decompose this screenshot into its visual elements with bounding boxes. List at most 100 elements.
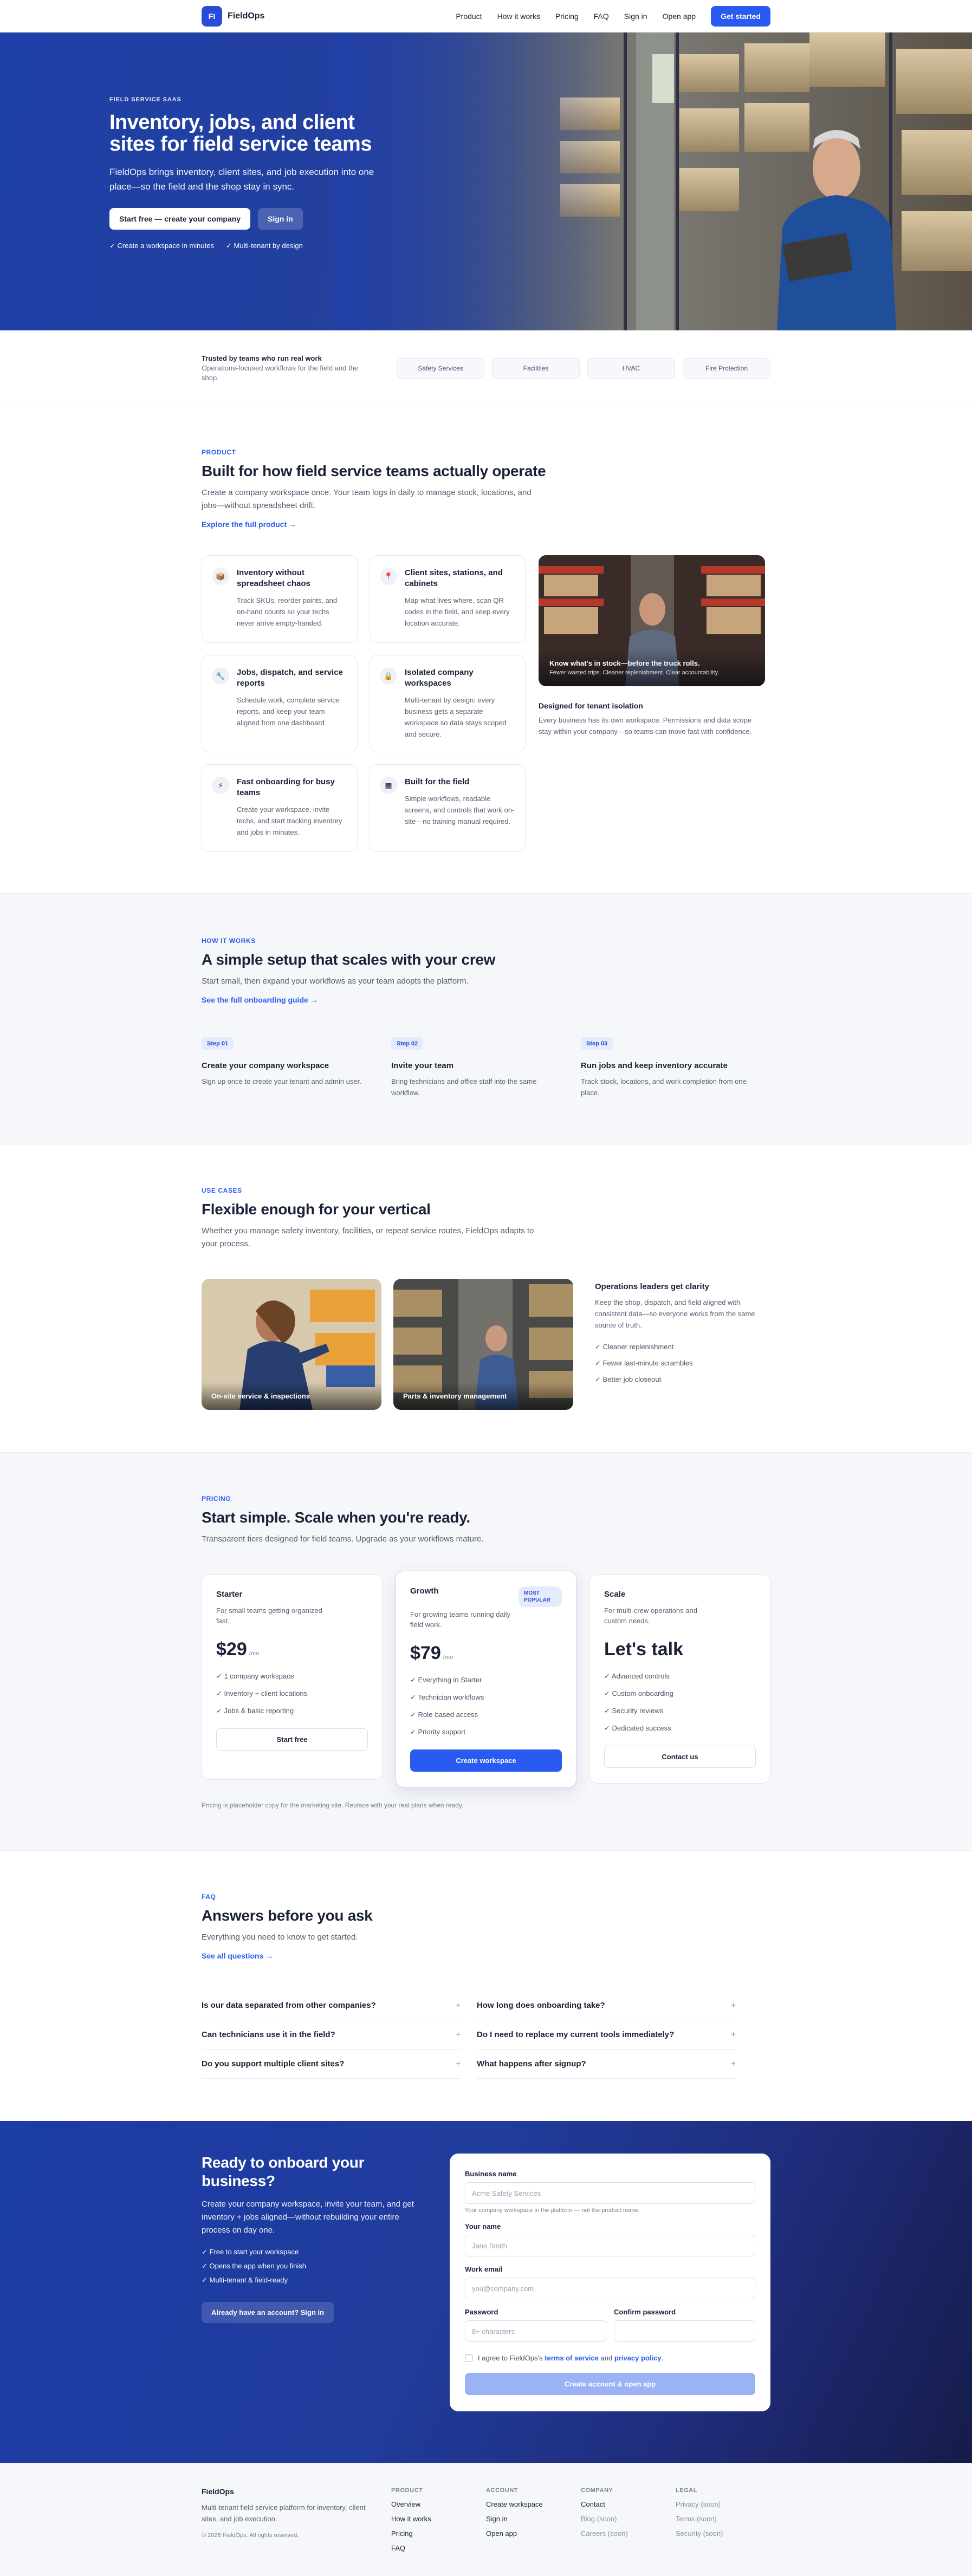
plan-desc: For growing teams running daily field wo… — [410, 1610, 510, 1629]
plan-price-value: $79 — [410, 1643, 441, 1663]
create-account-button[interactable]: Create account & open app — [465, 2373, 755, 2395]
footer-brand: FieldOps Multi-tenant field service plat… — [202, 2487, 391, 2552]
footer-link[interactable]: How it works — [391, 2515, 486, 2523]
ops-text: Keep the shop, dispatch, and field align… — [595, 1298, 755, 1329]
agree-and: and — [600, 2354, 613, 2362]
start-free-button[interactable]: Start free — create your company — [109, 208, 251, 230]
tablet-icon: ▦ — [380, 777, 397, 794]
trust-bar: Trusted by teams who run real work Opera… — [0, 330, 972, 406]
footer-link[interactable]: Overview — [391, 2500, 486, 2508]
brand-name[interactable]: FieldOps — [228, 11, 264, 21]
card-text: Multi-tenant by design: every business g… — [405, 696, 507, 738]
privacy-link[interactable]: privacy policy — [614, 2354, 662, 2362]
footer-link[interactable]: Pricing — [391, 2529, 486, 2538]
plan-feature: ✓ 1 company workspace — [216, 1672, 294, 1680]
terms-link[interactable]: terms of service — [545, 2354, 599, 2362]
plan-price-value: $29 — [216, 1639, 247, 1660]
terms-agreement: I agree to FieldOps's terms of service a… — [465, 2354, 755, 2362]
use-case-caption: Parts & inventory management — [393, 1382, 573, 1410]
contact-us-button[interactable]: Contact us — [604, 1746, 756, 1768]
faq-item[interactable]: Is our data separated from other compani… — [202, 1991, 461, 2020]
footer-link[interactable]: FAQ — [391, 2544, 486, 2552]
onboarding-guide-link[interactable]: See the full onboarding guide → — [202, 996, 318, 1004]
ops-check-item: ✓ Better job closeout — [595, 1375, 662, 1383]
footer-link[interactable]: Open app — [486, 2529, 581, 2538]
nav-link-pricing[interactable]: Pricing — [555, 12, 579, 21]
product-title: Built for how field service teams actual… — [202, 463, 546, 479]
footer-link[interactable]: Blog (soon) — [581, 2515, 676, 2523]
plan-feature: ✓ Security reviews — [604, 1707, 664, 1715]
hero-check-item: ✓ Multi-tenant by design — [225, 242, 303, 250]
hero: FIELD SERVICE SAAS Inventory, jobs, and … — [0, 32, 972, 330]
card-text: Map what lives where, scan QR codes in t… — [405, 596, 510, 627]
signup-title: Ready to onboard your business? — [202, 2154, 365, 2189]
faq-item[interactable]: Do I need to replace my current tools im… — [477, 2020, 736, 2050]
plan-features: ✓ Advanced controls ✓ Custom onboarding … — [604, 1672, 756, 1733]
faq-item[interactable]: Can technicians use it in the field? + — [202, 2020, 461, 2050]
trust-title: Trusted by teams who run real work — [202, 354, 322, 362]
step-text: Bring technicians and office staff into … — [391, 1077, 537, 1097]
password-input[interactable]: 8+ characters — [465, 2320, 606, 2342]
plus-icon: + — [731, 2059, 736, 2068]
lock-icon: 🔒 — [380, 667, 397, 685]
footer-col-product: PRODUCT Overview How it works Pricing FA… — [391, 2487, 486, 2552]
industry-pill: Safety Services — [397, 358, 484, 379]
business-name-field: Business name Acme Safety Services Your … — [465, 2170, 755, 2214]
nav-link-how-it-works[interactable]: How it works — [497, 12, 540, 21]
trust-subtitle: Operations-focused workflows for the fie… — [202, 363, 359, 382]
nav-link-open-app[interactable]: Open app — [663, 12, 696, 21]
business-name-input[interactable]: Acme Safety Services — [465, 2182, 755, 2204]
all-questions-link[interactable]: See all questions → — [202, 1951, 273, 1960]
steps: Step 01 Create your company workspace Si… — [202, 1037, 770, 1098]
step-badge: Step 03 — [581, 1037, 613, 1050]
how-eyebrow: HOW IT WORKS — [202, 937, 256, 945]
faq-question: Can technicians use it in the field? — [202, 2030, 335, 2039]
card-text: Track SKUs, reorder points, and on-hand … — [237, 596, 338, 627]
explore-product-link[interactable]: Explore the full product → — [202, 520, 296, 529]
footer-link[interactable]: Contact — [581, 2500, 676, 2508]
feature-card-onboarding: ⚡ Fast onboarding for busy teams Create y… — [202, 764, 358, 852]
plus-icon: + — [731, 2001, 736, 2010]
create-workspace-plan-button[interactable]: Create workspace — [410, 1749, 562, 1772]
confirm-password-input[interactable] — [614, 2320, 755, 2342]
faq-item[interactable]: What happens after signup? + — [477, 2050, 736, 2079]
nav-link-sign-in[interactable]: Sign in — [624, 12, 647, 21]
already-account-sign-in-button[interactable]: Already have an account? Sign in — [202, 2302, 334, 2323]
ops-title: Operations leaders get clarity — [595, 1282, 709, 1291]
hero-sign-in-button[interactable]: Sign in — [258, 208, 303, 230]
nav-link-product[interactable]: Product — [456, 12, 482, 21]
work-email-input[interactable]: you@company.com — [465, 2278, 755, 2299]
step-text: Track stock, locations, and work complet… — [581, 1077, 747, 1097]
faq-item[interactable]: Do you support multiple client sites? + — [202, 2050, 461, 2079]
footer-link[interactable]: Create workspace — [486, 2500, 581, 2508]
plus-icon: + — [731, 2030, 736, 2039]
use-case-photo-parts: Parts & inventory management — [393, 1279, 573, 1410]
pricing-section: PRICING Start simple. Scale when you're … — [0, 1452, 972, 1851]
isolation-title: Designed for tenant isolation — [539, 701, 643, 710]
get-started-button[interactable]: Get started — [711, 6, 770, 27]
plan-name: Scale — [604, 1590, 626, 1599]
ops-checklist: ✓ Cleaner replenishment ✓ Fewer last-min… — [595, 1343, 764, 1384]
stock-photo-caption: Know what's in stock—before the truck ro… — [549, 659, 700, 667]
signup-check-item: ✓ Free to start your workspace — [202, 2248, 299, 2256]
plan-desc: For small teams getting organized fast. — [216, 1606, 322, 1625]
faq-item[interactable]: How long does onboarding take? + — [477, 1991, 736, 2020]
signup-checks: ✓ Free to start your workspace ✓ Opens t… — [202, 2248, 429, 2285]
terms-checkbox[interactable] — [465, 2354, 472, 2362]
logo-mark[interactable]: FI — [202, 6, 222, 27]
card-title: Jobs, dispatch, and service reports — [237, 668, 343, 688]
footer-description: Multi-tenant field service platform for … — [202, 2503, 366, 2523]
footer-link[interactable]: Careers (soon) — [581, 2529, 676, 2538]
field-label: Confirm password — [614, 2308, 676, 2316]
card-text: Simple workflows, readable screens, and … — [405, 795, 515, 825]
footer-link[interactable]: Sign in — [486, 2515, 581, 2523]
footer-link[interactable]: Terms (soon) — [676, 2515, 770, 2523]
hero-title: Inventory, jobs, and client sites for fi… — [109, 111, 372, 155]
faq-question: How long does onboarding take? — [477, 2001, 605, 2010]
footer-link[interactable]: Privacy (soon) — [676, 2500, 770, 2508]
confirm-password-field: Confirm password — [614, 2308, 755, 2342]
footer-link[interactable]: Security (soon) — [676, 2529, 770, 2538]
your-name-input[interactable]: Jane Smith — [465, 2235, 755, 2256]
start-free-plan-button[interactable]: Start free — [216, 1728, 368, 1751]
nav-link-faq[interactable]: FAQ — [594, 12, 609, 21]
